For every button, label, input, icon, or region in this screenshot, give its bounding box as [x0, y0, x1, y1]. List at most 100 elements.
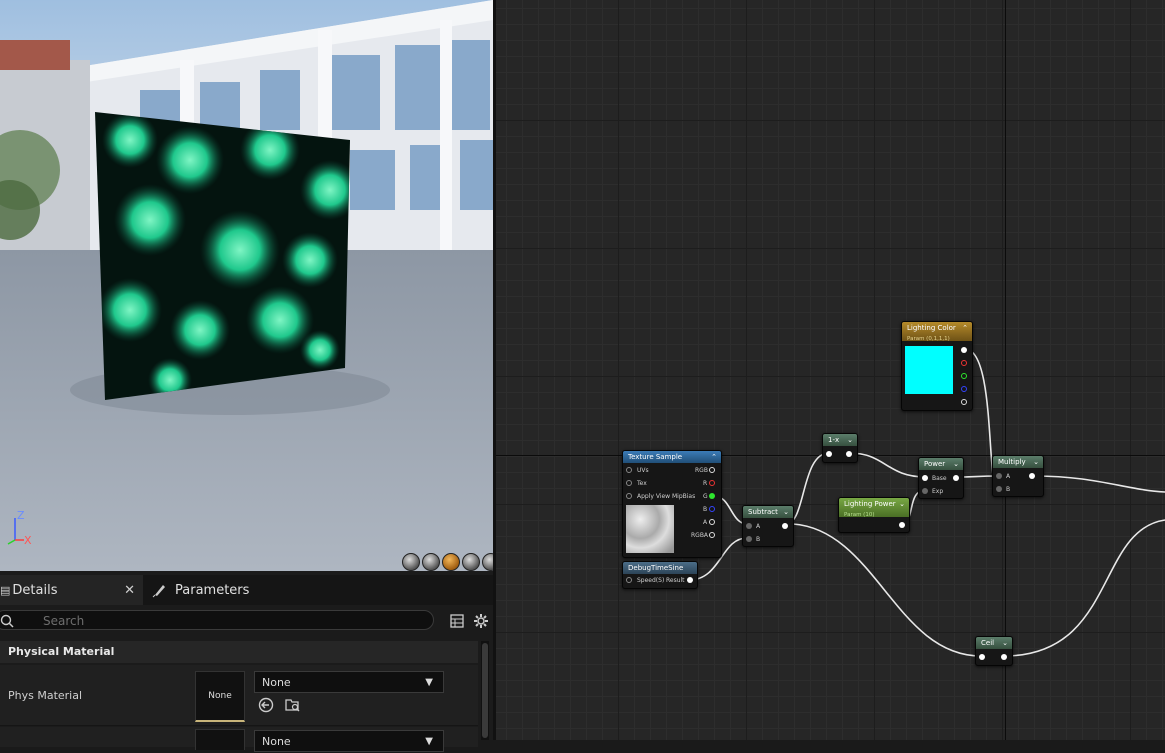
pin-output[interactable]	[1029, 473, 1035, 479]
phys-material-dropdown[interactable]: None ▼	[254, 671, 444, 693]
chevron-down-icon[interactable]: ⌄	[1033, 456, 1039, 468]
node-header[interactable]: Lighting Power ⌄ Param (10)	[839, 498, 909, 518]
pin-b[interactable]	[709, 506, 715, 512]
pin-result[interactable]	[687, 577, 693, 583]
node-title: Lighting Power	[844, 500, 896, 508]
pin-mipbias[interactable]	[626, 493, 632, 499]
node-lighting-color[interactable]: Lighting Color ⌃ Param (0,1,1,1)	[901, 321, 973, 411]
pin-label: Tex	[637, 480, 647, 487]
pin-exp[interactable]	[922, 488, 928, 494]
pin-label: A	[703, 519, 708, 526]
pin-rgb[interactable]	[961, 347, 967, 353]
pin-a[interactable]	[746, 523, 752, 529]
node-subtract[interactable]: Subtract ⌄ A B	[742, 505, 794, 547]
node-header[interactable]: Subtract ⌄	[743, 506, 793, 518]
pin-output[interactable]	[782, 523, 788, 529]
pin-b[interactable]	[746, 536, 752, 542]
tab-parameters[interactable]: Parameters	[150, 575, 290, 605]
search-placeholder: Search	[43, 614, 85, 628]
node-header[interactable]: Lighting Color ⌃ Param (0,1,1,1)	[902, 322, 972, 342]
node-header[interactable]: DebugTimeSine	[623, 562, 697, 574]
collapse-icon[interactable]: ⌃	[962, 322, 968, 334]
node-one-minus[interactable]: 1-x ⌄	[822, 433, 858, 463]
node-header[interactable]: Texture Sample ⌃	[623, 451, 721, 463]
pin-a[interactable]	[996, 473, 1002, 479]
chevron-down-icon[interactable]: ⌄	[899, 498, 905, 510]
pin-tex[interactable]	[626, 480, 632, 486]
pin-b[interactable]	[996, 486, 1002, 492]
node-texture-sample[interactable]: Texture Sample ⌃ UVs Tex Apply View MipBi…	[622, 450, 722, 558]
material-preview-viewport[interactable]: Z X	[0, 0, 493, 571]
material-graph-canvas[interactable]: Texture Sample ⌃ UVs Tex Apply View MipBi…	[496, 0, 1165, 740]
wire-oneminus-to-power	[848, 452, 927, 478]
pin-input[interactable]	[826, 451, 832, 457]
node-header[interactable]: Power ⌄	[919, 458, 963, 470]
tab-details[interactable]: ▤ Details ✕	[0, 575, 143, 605]
sphere-icon[interactable]	[422, 553, 440, 571]
thumbnail-label: None	[208, 691, 232, 701]
scrollbar-thumb[interactable]	[482, 643, 488, 738]
axis-z-label: Z	[17, 509, 25, 522]
color-swatch	[905, 346, 953, 394]
second-dropdown-value: None	[262, 735, 291, 748]
tab-parameters-label: Parameters	[175, 582, 250, 598]
table-view-icon[interactable]	[450, 614, 464, 628]
chevron-down-icon: ▼	[425, 677, 433, 688]
pin-a[interactable]	[961, 399, 967, 405]
node-header[interactable]: Multiply ⌄	[993, 456, 1043, 468]
collapse-icon[interactable]: ⌃	[711, 451, 717, 463]
pin-base[interactable]	[922, 475, 928, 481]
chevron-down-icon[interactable]: ⌄	[847, 434, 853, 446]
preview-scene	[0, 0, 493, 571]
use-selected-icon[interactable]	[258, 697, 274, 713]
teapot-icon[interactable]	[482, 553, 493, 571]
asset-thumbnail[interactable]: None	[195, 671, 245, 722]
section-physical-material[interactable]: Physical Material	[0, 641, 478, 663]
section-title: Physical Material	[8, 645, 115, 658]
node-ceil[interactable]: Ceil ⌄	[975, 636, 1013, 666]
pin-b[interactable]	[961, 386, 967, 392]
node-power[interactable]: Power ⌄ Base Exp	[918, 457, 964, 499]
node-title: DebugTimeSine	[628, 564, 684, 572]
pin-input[interactable]	[979, 654, 985, 660]
cube-icon[interactable]	[462, 553, 480, 571]
pin-g[interactable]	[961, 373, 967, 379]
parameters-icon	[152, 585, 165, 598]
pin-uvs[interactable]	[626, 467, 632, 473]
plane-icon[interactable]	[442, 553, 460, 571]
pin-a[interactable]	[709, 519, 715, 525]
pin-label: A	[756, 523, 761, 530]
chevron-down-icon[interactable]: ⌄	[1002, 637, 1008, 649]
pin-r[interactable]	[961, 360, 967, 366]
node-header[interactable]: 1-x ⌄	[823, 434, 857, 446]
pin-g[interactable]	[709, 493, 715, 499]
property-row-second: None ▼	[0, 727, 478, 752]
node-debug-time-sine[interactable]: DebugTimeSine Speed(S) Result	[622, 561, 698, 589]
pin-output[interactable]	[846, 451, 852, 457]
chevron-down-icon[interactable]: ⌄	[783, 506, 789, 518]
node-lighting-power[interactable]: Lighting Power ⌄ Param (10)	[838, 497, 910, 533]
axis-x-label: X	[24, 534, 32, 547]
pin-label: B	[1006, 486, 1011, 493]
pin-speed[interactable]	[626, 577, 632, 583]
pin-output[interactable]	[1001, 654, 1007, 660]
gear-icon[interactable]	[473, 613, 489, 629]
pin-r[interactable]	[709, 480, 715, 486]
browse-folder-icon[interactable]	[285, 697, 301, 713]
pin-output[interactable]	[899, 522, 905, 528]
cylinder-icon[interactable]	[402, 553, 420, 571]
pin-label: Result	[666, 577, 685, 584]
pin-rgb[interactable]	[709, 467, 715, 473]
pin-output[interactable]	[953, 475, 959, 481]
search-row: Search	[0, 609, 493, 633]
pin-rgba[interactable]	[709, 532, 715, 538]
chevron-down-icon[interactable]: ⌄	[953, 458, 959, 470]
node-header[interactable]: Ceil ⌄	[976, 637, 1012, 649]
details-scrollbar[interactable]	[481, 641, 489, 740]
node-multiply[interactable]: Multiply ⌄ A B	[992, 455, 1044, 497]
second-dropdown[interactable]: None ▼	[254, 730, 444, 752]
close-icon[interactable]: ✕	[124, 583, 135, 598]
pin-label: UVs	[637, 467, 649, 474]
search-input[interactable]: Search	[0, 610, 434, 630]
pin-label: Apply View MipBias	[637, 493, 696, 500]
